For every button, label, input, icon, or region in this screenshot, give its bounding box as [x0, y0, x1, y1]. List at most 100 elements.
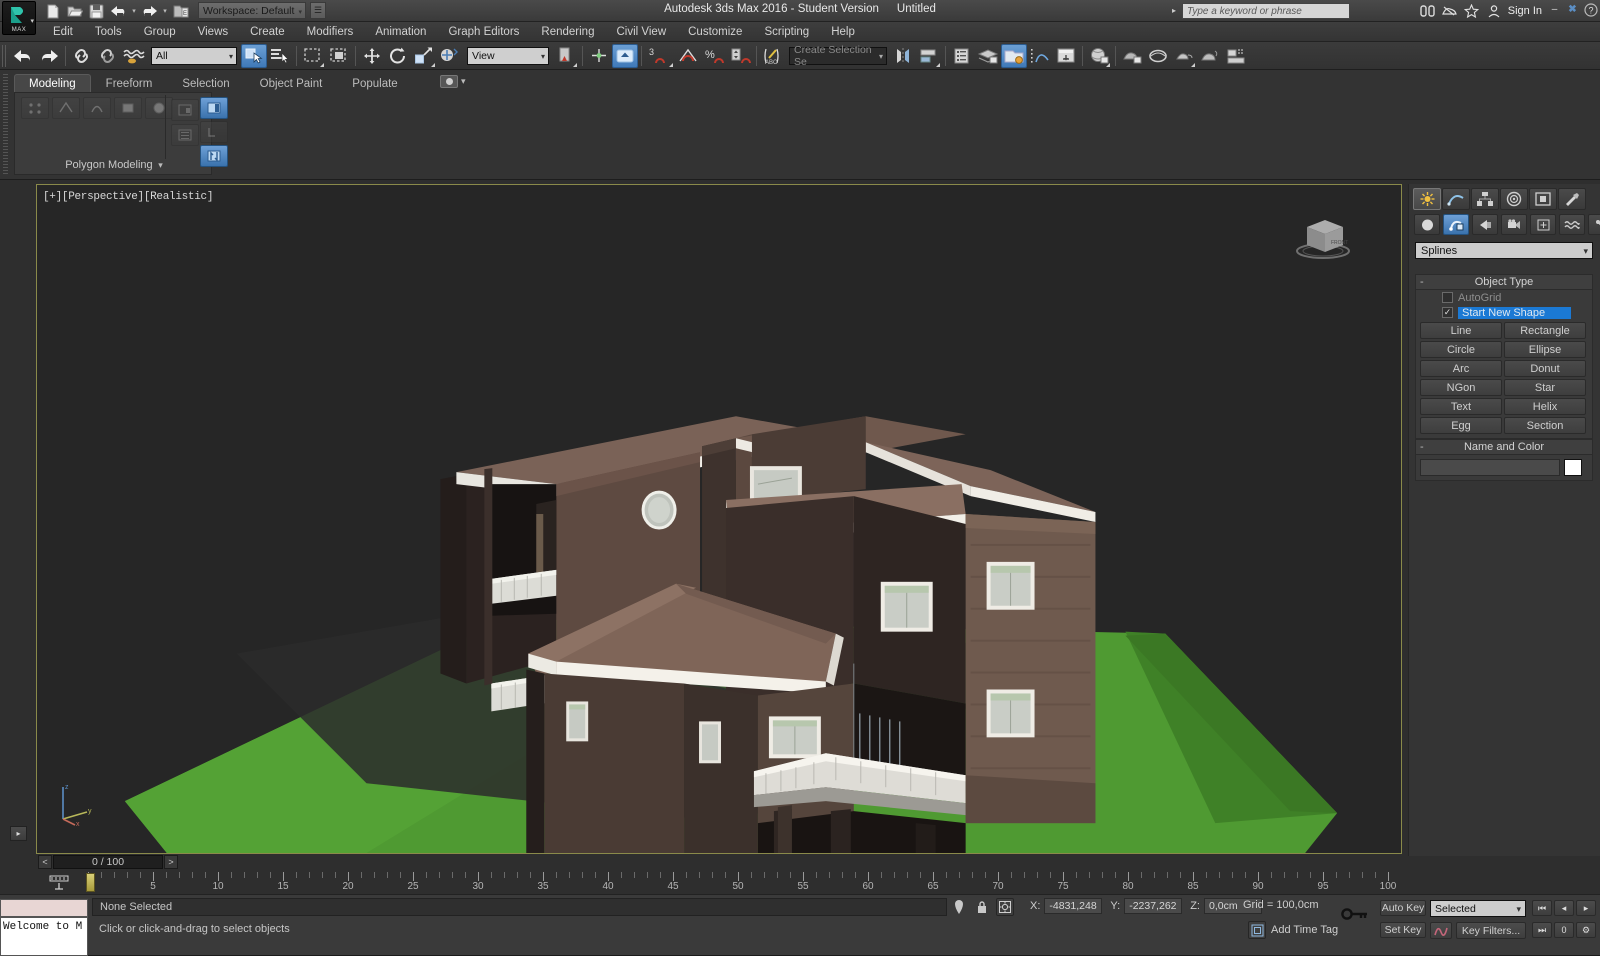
toolbar-grip[interactable] — [2, 44, 8, 67]
shapes-icon[interactable] — [1443, 214, 1469, 235]
helpers-icon[interactable] — [1530, 214, 1556, 235]
select-and-rotate-icon[interactable] — [385, 44, 411, 68]
object-type-collapse-icon[interactable]: - — [1420, 275, 1424, 290]
ribbon-grip[interactable] — [3, 74, 8, 174]
set-project-folder-icon[interactable]: E — [170, 1, 191, 21]
polygon-subobject-button[interactable] — [114, 97, 142, 119]
name-and-color-rollout-header[interactable]: - Name and Color — [1416, 440, 1592, 455]
window-crossing-toggle-icon[interactable] — [326, 44, 352, 68]
selection-filter-combo[interactable]: All ▾ — [151, 46, 237, 65]
track-bar[interactable]: 5 10 15 20 25 30 35 40 45 50 55 60 65 70 75 80 85 90 95 100 — [36, 872, 1402, 894]
redo-icon[interactable] — [139, 1, 160, 21]
help-button[interactable]: ? — [1583, 2, 1598, 17]
save-file-icon[interactable] — [86, 1, 107, 21]
polygon-modeling-caret-icon[interactable]: ▾ — [156, 160, 163, 170]
autodesk-360-icon[interactable] — [1442, 3, 1458, 19]
cameras-icon[interactable] — [1501, 214, 1527, 235]
exchange-apps-icon[interactable] — [1420, 3, 1436, 19]
ribbon-tab-populate[interactable]: Populate — [337, 74, 412, 92]
spinner-snap-toggle-icon[interactable] — [727, 44, 753, 68]
menu-help[interactable]: Help — [820, 22, 866, 42]
generate-topology-button[interactable] — [171, 99, 199, 121]
menu-modifiers[interactable]: Modifiers — [296, 22, 365, 42]
create-circle-button[interactable]: Circle — [1420, 341, 1502, 358]
menu-create[interactable]: Create — [239, 22, 296, 42]
hierarchy-tab[interactable] — [1471, 188, 1499, 210]
maxscript-mini-listener[interactable]: Welcome to M — [0, 895, 88, 956]
y-coord-field[interactable]: -2237,262 — [1124, 898, 1183, 914]
edit-named-selection-sets-icon[interactable]: ABC — [760, 44, 786, 68]
new-file-icon[interactable] — [42, 1, 63, 21]
menu-edit[interactable]: Edit — [42, 22, 84, 42]
view-cube[interactable]: FRONT — [1287, 207, 1359, 263]
add-time-tag-icon[interactable] — [1248, 921, 1266, 939]
unlink-selection-icon[interactable] — [95, 44, 121, 68]
render-in-cloud-icon[interactable] — [1223, 44, 1249, 68]
menu-group[interactable]: Group — [133, 22, 187, 42]
create-section-button[interactable]: Section — [1504, 417, 1586, 434]
create-line-button[interactable]: Line — [1420, 322, 1502, 339]
ribbon-tab-selection[interactable]: Selection — [167, 74, 244, 92]
play-animation-button[interactable]: ▸ — [1576, 900, 1596, 916]
current-frame-display[interactable]: 0 / 100 — [53, 855, 163, 869]
selection-lock-icon[interactable] — [973, 898, 991, 916]
layer-explorer-icon[interactable] — [949, 44, 975, 68]
key-filters-button[interactable]: Key Filters... — [1456, 922, 1526, 939]
material-editor-icon[interactable] — [1086, 44, 1112, 68]
create-ellipse-button[interactable]: Ellipse — [1504, 341, 1586, 358]
vertex-subobject-button[interactable] — [21, 97, 49, 119]
minimize-button[interactable]: – — [1547, 2, 1562, 17]
object-name-input[interactable] — [1420, 459, 1560, 476]
isolate-selection-icon[interactable] — [950, 898, 968, 916]
use-pivot-point-center-icon[interactable] — [553, 44, 579, 68]
workspace-selector[interactable]: Workspace: Default ▾ — [198, 2, 306, 19]
edge-subobject-button[interactable] — [52, 97, 80, 119]
schematic-view-icon[interactable] — [1053, 44, 1079, 68]
add-time-tag-label[interactable]: Add Time Tag — [1271, 924, 1338, 936]
open-mini-curve-editor-icon[interactable] — [48, 875, 70, 891]
border-subobject-button[interactable] — [83, 97, 111, 119]
menu-tools[interactable]: Tools — [84, 22, 133, 42]
mirror-icon[interactable] — [890, 44, 916, 68]
menu-animation[interactable]: Animation — [364, 22, 437, 42]
close-button[interactable]: ✖ — [1565, 2, 1580, 17]
object-color-swatch[interactable] — [1564, 459, 1582, 476]
go-to-end-button[interactable]: ⏭ — [1532, 922, 1552, 938]
create-star-button[interactable]: Star — [1504, 379, 1586, 396]
redo-dropdown-caret-icon[interactable]: ▾ — [161, 7, 169, 15]
create-helix-button[interactable]: Helix — [1504, 398, 1586, 415]
autogrid-checkbox[interactable] — [1442, 292, 1453, 303]
select-by-name-icon[interactable] — [267, 44, 293, 68]
curve-editor-icon[interactable] — [1027, 44, 1053, 68]
element-subobject-button[interactable] — [145, 97, 173, 119]
select-and-place-icon[interactable] — [437, 44, 463, 68]
key-mode-toggle-icon[interactable] — [1340, 906, 1370, 922]
menu-views[interactable]: Views — [187, 22, 239, 42]
display-tab[interactable] — [1529, 188, 1557, 210]
undo-scene-operation-icon[interactable] — [10, 44, 36, 68]
animation-playback-button[interactable]: ▸ — [10, 826, 27, 841]
rectangular-selection-region-icon[interactable] — [300, 44, 326, 68]
start-new-shape-row[interactable]: ✓ Start New Shape — [1416, 305, 1592, 320]
favorites-star-icon[interactable] — [1464, 3, 1480, 19]
previous-frame-button[interactable]: ◂ — [1554, 900, 1574, 916]
create-egg-button[interactable]: Egg — [1420, 417, 1502, 434]
user-account-icon[interactable] — [1486, 3, 1502, 19]
show-end-result-button[interactable] — [200, 97, 228, 119]
menu-rendering[interactable]: Rendering — [530, 22, 605, 42]
select-and-move-icon[interactable] — [359, 44, 385, 68]
select-and-link-icon[interactable] — [69, 44, 95, 68]
ribbon-tab-freeform[interactable]: Freeform — [91, 74, 168, 92]
viewport-label[interactable]: [+][Perspective][Realistic] — [43, 191, 213, 203]
search-expand-caret-icon[interactable]: ▸ — [1172, 6, 1176, 15]
geometry-icon[interactable] — [1414, 214, 1440, 235]
preserve-uvs-button[interactable] — [200, 121, 228, 143]
key-mode-combo[interactable]: Selected ▾ — [1430, 900, 1526, 917]
x-coord-field[interactable]: -4831,248 — [1044, 898, 1103, 914]
autogrid-row[interactable]: AutoGrid — [1416, 290, 1592, 305]
modify-tab[interactable] — [1442, 188, 1470, 210]
motion-tab[interactable] — [1500, 188, 1528, 210]
use-selection-center-icon[interactable] — [586, 44, 612, 68]
rendered-frame-window-icon[interactable] — [1145, 44, 1171, 68]
create-donut-button[interactable]: Donut — [1504, 360, 1586, 377]
